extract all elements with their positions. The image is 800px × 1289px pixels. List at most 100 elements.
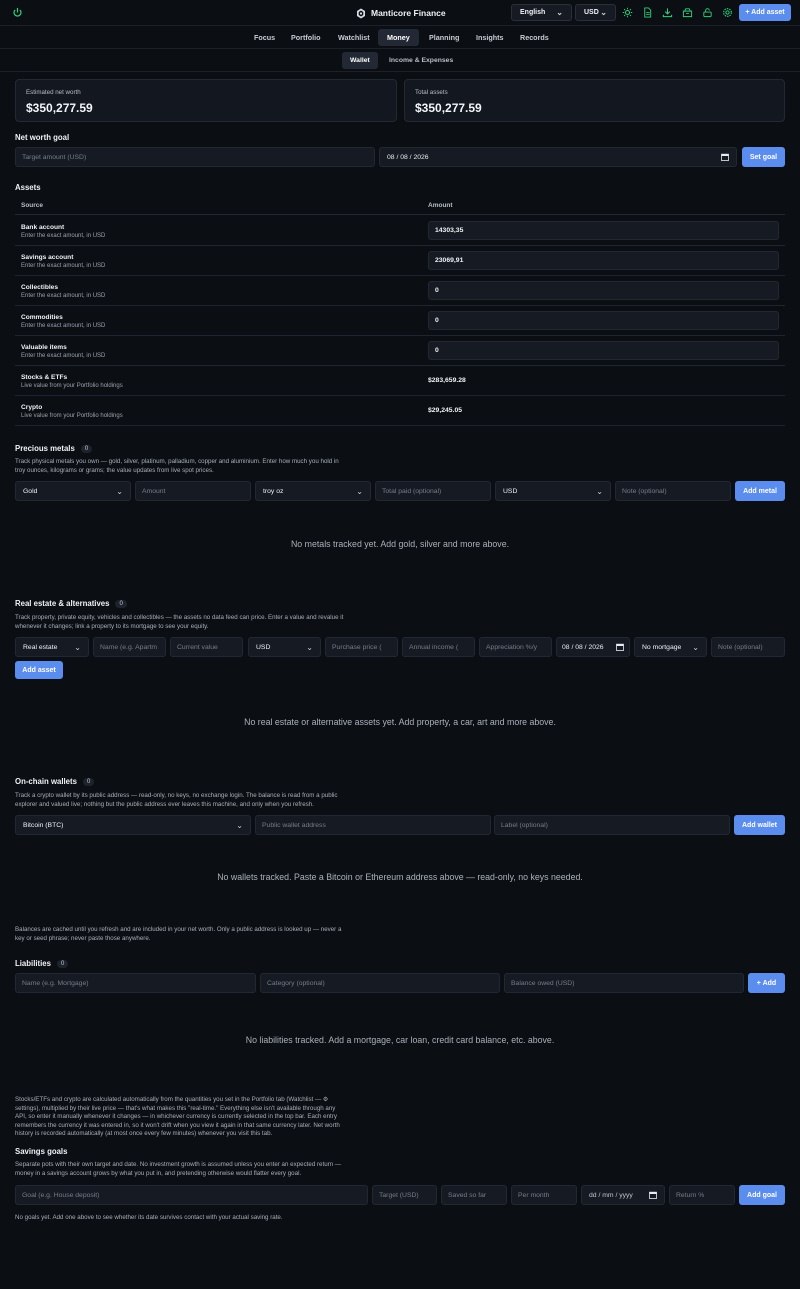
realestate-desc-line: Track property, private equity, vehicles…: [15, 614, 344, 621]
savings-return-input[interactable]: Return %: [669, 1185, 735, 1205]
theme-sun-icon[interactable]: [622, 7, 633, 18]
savings-saved-input[interactable]: Saved so far: [441, 1185, 507, 1205]
mortgage-value: No mortgage: [642, 643, 682, 651]
asset-name-input[interactable]: Name (e.g. Apartm: [93, 637, 166, 657]
liability-balance-input[interactable]: Balance owed (USD): [504, 973, 744, 993]
savings-target-input[interactable]: Target (USD): [372, 1185, 437, 1205]
valuables-amount-input[interactable]: 0: [428, 341, 779, 360]
goal-amount-input[interactable]: Target amount (USD): [15, 147, 375, 167]
asset-row-collectibles: Collectibles Enter the exact amount, in U…: [15, 276, 785, 306]
realestate-count-badge: 0: [115, 599, 127, 608]
mortgage-select[interactable]: No mortgage ⌄: [634, 637, 707, 657]
asset-type-select[interactable]: Real estate ⌄: [15, 637, 89, 657]
commodities-amount-input[interactable]: 0: [428, 311, 779, 330]
chevron-down-icon: ⌄: [236, 820, 243, 830]
tab-watchlist[interactable]: Watchlist: [329, 29, 379, 46]
add-asset-button[interactable]: + Add asset: [739, 4, 791, 21]
asset-name: Bank account: [21, 224, 65, 231]
metal-select[interactable]: Gold ⌄: [15, 481, 131, 501]
language-select[interactable]: English ⌄: [511, 4, 572, 21]
total-assets-label: Total assets: [415, 89, 448, 96]
wallets-desc-line: explorer and valued live; nothing but th…: [15, 800, 314, 808]
tab-money[interactable]: Money: [378, 29, 419, 46]
metal-amount-input[interactable]: Amount: [135, 481, 251, 501]
liabilities-empty-state: No liabilities tracked. Add a mortgage, …: [245, 1035, 555, 1045]
add-wallet-button[interactable]: Add wallet: [734, 815, 785, 835]
tab-planning[interactable]: Planning: [420, 29, 468, 46]
purchase-date-value: 08 / 08 / 2026: [562, 643, 604, 651]
asset-hint: Enter the exact amount, in USD: [21, 263, 106, 269]
asset-name: Stocks & ETFs: [21, 374, 68, 381]
appreciation-input[interactable]: Appreciation %/y: [479, 637, 552, 657]
wallets-empty-state: No wallets tracked. Paste a Bitcoin or E…: [217, 872, 583, 882]
savings-desc-line: money in a savings account grows by what…: [15, 1169, 302, 1177]
bank-amount-input[interactable]: 14303,35: [428, 221, 779, 240]
realestate-note-input[interactable]: Note (optional): [711, 637, 785, 657]
calendar-icon[interactable]: [721, 153, 729, 161]
savings-amount-input[interactable]: 23069,91: [428, 251, 779, 270]
purchase-date-input[interactable]: 08 / 08 / 2026: [556, 637, 630, 657]
current-value-input[interactable]: Current value: [170, 637, 243, 657]
savings-date-value: dd / mm / yyyy: [589, 1191, 633, 1199]
net-worth-goal-heading: Net worth goal: [15, 133, 69, 142]
net-worth-goal-title: Net worth goal: [15, 133, 70, 142]
metals-title: Precious metals: [15, 444, 75, 453]
liabilities-heading: Liabilities 0: [15, 959, 69, 968]
brand: Manticore Finance: [356, 6, 446, 20]
purchase-price-input[interactable]: Purchase price (: [325, 637, 398, 657]
wallet-label-input[interactable]: Label (optional): [494, 815, 730, 835]
wallet-address-input[interactable]: Public wallet address: [255, 815, 491, 835]
metals-description: Track physical metals you own — gold, si…: [15, 458, 339, 475]
metal-currency-select[interactable]: USD ⌄: [495, 481, 611, 501]
add-realestate-button[interactable]: Add asset: [15, 661, 63, 679]
tab-portfolio[interactable]: Portfolio: [282, 29, 330, 46]
metal-paid-input[interactable]: Total paid (optional): [375, 481, 491, 501]
wallets-note-line: key or seed phrase; never paste those an…: [15, 934, 151, 942]
goal-date-input[interactable]: 08 / 08 / 2026: [379, 147, 737, 167]
tab-insights[interactable]: Insights: [467, 29, 513, 46]
metals-desc-line: Track physical metals you own — gold, si…: [15, 458, 339, 465]
subtab-wallet[interactable]: Wallet: [342, 52, 378, 69]
lock-icon[interactable]: [702, 7, 713, 18]
set-goal-button[interactable]: Set goal: [742, 147, 785, 167]
calendar-icon[interactable]: [649, 1191, 657, 1199]
liability-category-input[interactable]: Category (optional): [260, 973, 500, 993]
metal-currency-value: USD: [503, 487, 518, 495]
add-goal-button[interactable]: Add goal: [739, 1185, 785, 1205]
add-metal-button[interactable]: Add metal: [735, 481, 785, 501]
realestate-heading: Real estate & alternatives 0: [15, 599, 127, 608]
add-liability-button[interactable]: + Add: [748, 973, 785, 993]
currency-select[interactable]: USD ⌄: [575, 4, 616, 21]
savings-heading: Savings goals: [15, 1147, 67, 1156]
savings-goal-name-input[interactable]: Goal (e.g. House deposit): [15, 1185, 368, 1205]
liabilities-count-badge: 0: [56, 959, 69, 968]
chevron-down-icon: ⌄: [600, 8, 607, 17]
power-icon[interactable]: [12, 7, 23, 18]
metal-note-input[interactable]: Note (optional): [615, 481, 731, 501]
savings-date-input[interactable]: dd / mm / yyyy: [581, 1185, 665, 1205]
footnote-line: settings), multiplied by their live pric…: [15, 1104, 336, 1112]
document-icon[interactable]: [642, 7, 653, 18]
realestate-currency-value: USD: [256, 643, 271, 651]
main-nav: Focus Portfolio Watchlist Money Planning…: [0, 27, 800, 49]
metal-unit-select[interactable]: troy oz ⌄: [255, 481, 371, 501]
annual-income-input[interactable]: Annual income (: [402, 637, 475, 657]
asset-hint: Enter the exact amount, in USD: [21, 233, 106, 239]
tab-records[interactable]: Records: [511, 29, 558, 46]
inbox-icon[interactable]: [682, 7, 693, 18]
settings-icon[interactable]: [722, 7, 733, 18]
liability-name-input[interactable]: Name (e.g. Mortgage): [15, 973, 256, 993]
liabilities-title: Liabilities: [15, 959, 51, 968]
chevron-down-icon: ⌄: [556, 8, 563, 17]
collectibles-amount-input[interactable]: 0: [428, 281, 779, 300]
realestate-currency-select[interactable]: USD ⌄: [248, 637, 321, 657]
realestate-description: Track property, private equity, vehicles…: [15, 614, 343, 631]
asset-row-commodities: Commodities Enter the exact amount, in US…: [15, 306, 785, 336]
subtab-income-expenses[interactable]: Income & Expenses: [381, 52, 461, 69]
chain-select[interactable]: Bitcoin (BTC) ⌄: [15, 815, 251, 835]
calendar-icon[interactable]: [616, 643, 624, 651]
tab-focus[interactable]: Focus: [245, 29, 284, 46]
download-icon[interactable]: [662, 7, 673, 18]
savings-per-month-input[interactable]: Per month: [511, 1185, 577, 1205]
metals-count-badge: 0: [80, 444, 93, 453]
